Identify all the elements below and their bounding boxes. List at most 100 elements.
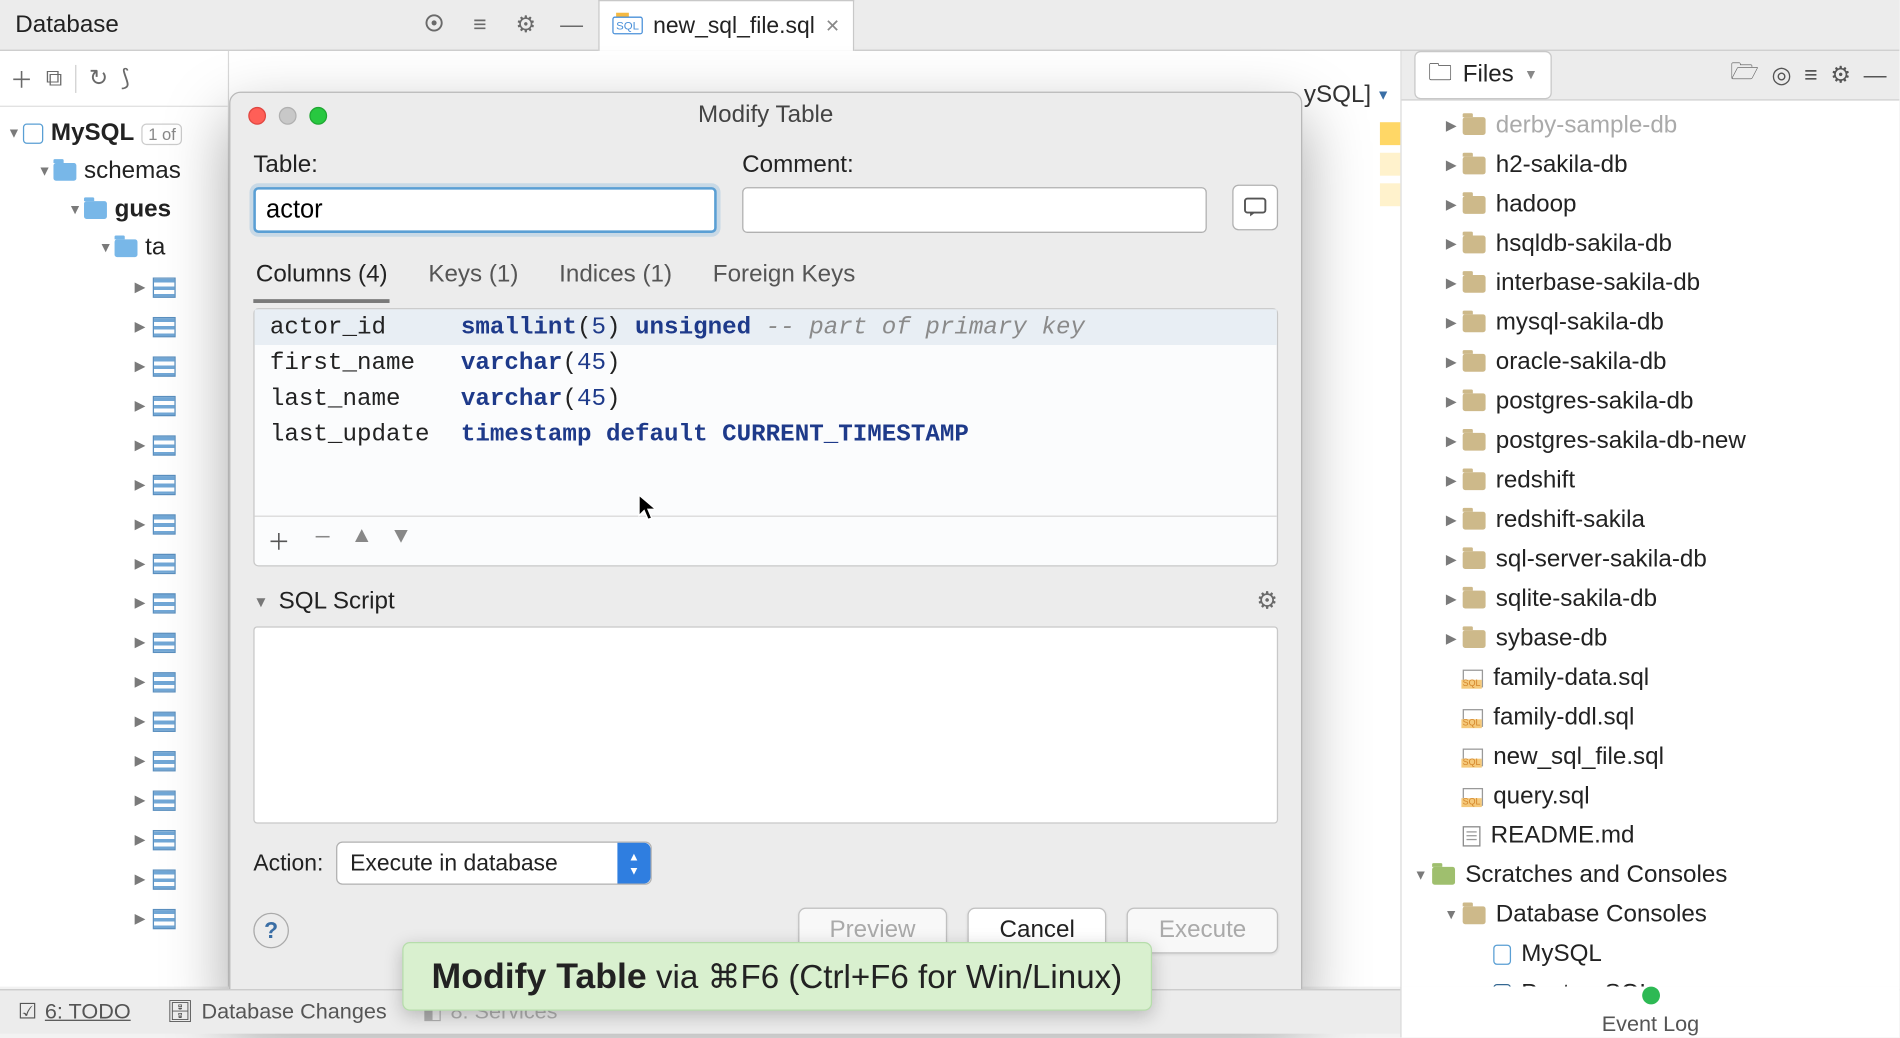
- table-icon: [153, 908, 176, 928]
- list-item[interactable]: hadoop: [1496, 190, 1577, 218]
- folder-icon: [1463, 551, 1486, 569]
- minimize-icon[interactable]: —: [1864, 62, 1887, 89]
- datasource-icon: [1493, 944, 1511, 964]
- filter-icon[interactable]: ⟆: [121, 65, 130, 92]
- list-item[interactable]: postgres-sakila-db: [1496, 388, 1694, 416]
- sql-script-area[interactable]: [253, 626, 1278, 823]
- list-item[interactable]: interbase-sakila-db: [1496, 269, 1700, 297]
- database-changes-button[interactable]: 🗄Database Changes: [149, 999, 405, 1024]
- tab-columns[interactable]: Columns (4): [253, 256, 390, 303]
- columns-list[interactable]: actor_id smallint(5) unsigned -- part of…: [253, 308, 1278, 566]
- table-row[interactable]: ▶: [0, 820, 228, 859]
- table-row[interactable]: ▶: [0, 622, 228, 661]
- list-item[interactable]: PostgreSQL: [1521, 980, 1653, 987]
- window-minimize-icon[interactable]: [279, 107, 297, 125]
- tab-keys[interactable]: Keys (1): [426, 256, 521, 303]
- table-row[interactable]: ▶: [0, 741, 228, 780]
- table-row[interactable]: ▶: [0, 859, 228, 898]
- chevron-down-icon: ▼: [1376, 88, 1390, 103]
- collapse-icon[interactable]: ≡: [1804, 62, 1817, 89]
- close-icon[interactable]: ✕: [825, 15, 840, 37]
- column-row[interactable]: first_name varchar(45): [255, 345, 1277, 381]
- refresh-icon[interactable]: ↻: [89, 65, 108, 92]
- list-item[interactable]: query.sql: [1493, 782, 1589, 810]
- table-row[interactable]: ▶: [0, 465, 228, 504]
- table-row[interactable]: ▶: [0, 701, 228, 740]
- list-item[interactable]: Scratches and Consoles: [1465, 861, 1727, 889]
- todo-tool-button[interactable]: ☑6: TODO: [0, 999, 149, 1024]
- minimize-icon[interactable]: —: [560, 11, 583, 38]
- list-item[interactable]: derby-sample-db: [1496, 111, 1678, 139]
- target-icon[interactable]: ◎: [1772, 62, 1792, 89]
- add-column-icon[interactable]: ＋: [267, 524, 290, 557]
- list-item[interactable]: oracle-sakila-db: [1496, 348, 1667, 376]
- list-item[interactable]: README.md: [1491, 822, 1635, 850]
- database-tree[interactable]: ▼ MySQL 1 of ▼ schemas ▼ gues ▼ ta ▶ ▶: [0, 107, 228, 938]
- collapse-icon[interactable]: ≡: [468, 11, 491, 38]
- list-item[interactable]: postgres-sakila-db-new: [1496, 427, 1746, 455]
- open-folder-icon[interactable]: 🗁: [1730, 56, 1758, 94]
- gear-icon[interactable]: ⚙: [514, 11, 537, 38]
- list-item[interactable]: h2-sakila-db: [1496, 151, 1628, 179]
- list-item[interactable]: hsqldb-sakila-db: [1496, 230, 1672, 258]
- copy-icon[interactable]: ⧉: [46, 65, 62, 92]
- help-button[interactable]: ?: [253, 913, 289, 949]
- list-item[interactable]: family-data.sql: [1493, 664, 1649, 692]
- list-item[interactable]: redshift: [1496, 467, 1575, 495]
- folder-icon: [1463, 629, 1486, 647]
- table-row[interactable]: ▶: [0, 307, 228, 346]
- chevron-down-icon[interactable]: ▼: [36, 164, 54, 179]
- event-log-button[interactable]: Event Log: [1400, 987, 1899, 1038]
- table-icon: [153, 514, 176, 534]
- folder-icon: [1463, 590, 1486, 608]
- select-arrows-icon: ▲▼: [617, 843, 650, 884]
- folder-icon: [1463, 432, 1486, 450]
- list-item[interactable]: redshift-sakila: [1496, 506, 1645, 534]
- list-item[interactable]: new_sql_file.sql: [1493, 743, 1664, 771]
- tab-foreign-keys[interactable]: Foreign Keys: [710, 256, 858, 303]
- list-item[interactable]: MySQL: [1521, 940, 1602, 968]
- table-row[interactable]: ▶: [0, 504, 228, 543]
- list-item[interactable]: sybase-db: [1496, 624, 1608, 652]
- database-panel-label: Database: [0, 11, 134, 39]
- window-close-icon[interactable]: [248, 107, 266, 125]
- column-row[interactable]: last_update timestamp default CURRENT_TI…: [255, 416, 1277, 452]
- files-tree[interactable]: ▶derby-sample-db ▶h2-sakila-db ▶hadoop ▶…: [1402, 101, 1900, 987]
- target-icon[interactable]: [423, 11, 446, 38]
- list-item[interactable]: sql-server-sakila-db: [1496, 545, 1707, 573]
- action-select[interactable]: Execute in database ▲▼: [336, 841, 652, 884]
- table-row[interactable]: ▶: [0, 780, 228, 819]
- table-row[interactable]: ▶: [0, 662, 228, 701]
- table-row[interactable]: ▶: [0, 386, 228, 425]
- list-item[interactable]: sqlite-sakila-db: [1496, 585, 1657, 613]
- chevron-down-icon[interactable]: ▼: [97, 241, 115, 256]
- column-row[interactable]: last_name varchar(45): [255, 381, 1277, 417]
- table-row[interactable]: ▶: [0, 346, 228, 385]
- comment-input[interactable]: [742, 187, 1207, 233]
- window-zoom-icon[interactable]: [309, 107, 327, 125]
- chevron-down-icon[interactable]: ▼: [253, 593, 268, 611]
- table-row[interactable]: ▶: [0, 267, 228, 306]
- table-row[interactable]: ▶: [0, 544, 228, 583]
- table-row[interactable]: ▶: [0, 425, 228, 464]
- list-item[interactable]: mysql-sakila-db: [1496, 309, 1664, 337]
- files-selector[interactable]: 🗀 Files ▼: [1414, 51, 1552, 99]
- expand-comment-button[interactable]: [1232, 185, 1278, 231]
- editor-tab[interactable]: SQL new_sql_file.sql ✕: [598, 0, 854, 50]
- list-item[interactable]: family-ddl.sql: [1493, 703, 1634, 731]
- table-row[interactable]: ▶: [0, 899, 228, 938]
- column-row[interactable]: actor_id smallint(5) unsigned -- part of…: [255, 309, 1277, 345]
- gear-icon[interactable]: ⚙: [1256, 587, 1278, 616]
- table-icon: [153, 632, 176, 652]
- tab-indices[interactable]: Indices (1): [557, 256, 675, 303]
- list-item[interactable]: Database Consoles: [1496, 901, 1707, 929]
- chevron-down-icon[interactable]: ▼: [66, 202, 84, 217]
- table-row[interactable]: ▶: [0, 583, 228, 622]
- gear-icon[interactable]: ⚙: [1830, 62, 1851, 89]
- add-icon[interactable]: ＋: [10, 62, 33, 95]
- session-selector[interactable]: ySQL] ▼: [1304, 81, 1390, 109]
- folder-icon: [1463, 511, 1486, 529]
- table-icon: [153, 829, 176, 849]
- chevron-down-icon[interactable]: ▼: [5, 126, 23, 141]
- table-name-input[interactable]: [253, 187, 716, 233]
